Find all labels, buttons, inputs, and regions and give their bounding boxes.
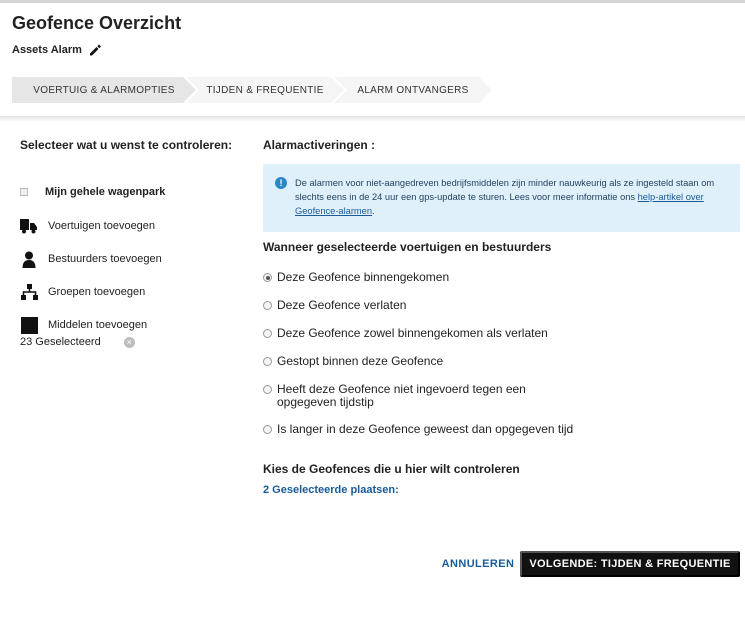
square-icon	[20, 316, 38, 334]
monitor-selection-title: Selecteer wat u wenst te controleren:	[20, 138, 233, 152]
alarm-name-label: Assets Alarm	[12, 44, 82, 56]
page-title: Geofence Overzicht	[12, 13, 182, 33]
add-drivers-option[interactable]: Bestuurders toevoegen	[20, 250, 162, 268]
clear-selection-icon[interactable]: ×	[123, 336, 135, 348]
alarm-activations-title: Alarmactiveringen :	[263, 138, 376, 152]
selected-places-link[interactable]: 2 Geselecteerde plaatsen:	[263, 484, 399, 496]
radio-button[interactable]	[263, 425, 272, 434]
step-alarm-recipients[interactable]: ALARM ONTVANGERS	[334, 77, 492, 103]
step-label: VOERTUIG & ALARMOPTIES	[33, 84, 175, 96]
trigger-option-label: Deze Geofence zowel binnengekomen als ve…	[277, 326, 548, 340]
trigger-option-entered-or-exited[interactable]: Deze Geofence zowel binnengekomen als ve…	[263, 327, 548, 340]
truck-icon	[20, 217, 38, 235]
add-assets-label: Middelen toevoegen	[48, 319, 148, 331]
info-banner: ! De alarmen voor niet-aangedreven bedri…	[263, 164, 740, 232]
edit-pencil-icon[interactable]	[88, 43, 102, 57]
selected-count: 23 Geselecteerd ×	[20, 336, 135, 348]
radio-button[interactable]	[263, 273, 272, 282]
alarm-name: Assets Alarm	[12, 43, 102, 57]
radio-button[interactable]	[263, 301, 272, 310]
add-drivers-label: Bestuurders toevoegen	[48, 253, 162, 265]
wizard-steps: VOERTUIG & ALARMOPTIES TIJDEN & FREQUENT…	[12, 77, 492, 103]
person-icon	[20, 250, 38, 268]
monitor-selection-panel: Selecteer wat u wenst te controleren: Mi…	[20, 138, 240, 348]
radio-button[interactable]	[263, 357, 272, 366]
trigger-option-label: Gestopt binnen deze Geofence	[277, 354, 444, 368]
radio-button[interactable]	[263, 385, 272, 394]
trigger-option-label: Deze Geofence binnengekomen	[277, 270, 450, 284]
whole-fleet-option[interactable]: Mijn gehele wagenpark	[20, 186, 165, 198]
info-icon: !	[275, 177, 287, 189]
selected-count-label: 23 Geselecteerd	[20, 336, 101, 348]
trigger-option-label: Is langer in deze Geofence geweest dan o…	[277, 422, 574, 436]
step-label: ALARM ONTVANGERS	[357, 84, 469, 96]
trigger-option-label: Heeft deze Geofence niet ingevoerd tegen…	[277, 382, 526, 409]
whole-fleet-label: Mijn gehele wagenpark	[45, 186, 166, 198]
next-times-frequency-button[interactable]: VOLGENDE: TIJDEN & FREQUENTIE	[520, 551, 740, 577]
step-vehicle-alarm-options[interactable]: VOERTUIG & ALARMOPTIES	[12, 77, 196, 103]
trigger-option-stopped[interactable]: Gestopt binnen deze Geofence	[263, 355, 443, 368]
when-selected-title: Wanneer geselecteerde voertuigen en best…	[263, 240, 552, 254]
cancel-button[interactable]: ANNULEREN	[438, 551, 518, 577]
trigger-option-label: Deze Geofence verlaten	[277, 298, 407, 312]
alarm-activations-panel: Alarmactiveringen : ! De alarmen voor ni…	[263, 138, 741, 496]
trigger-option-exited[interactable]: Deze Geofence verlaten	[263, 299, 406, 312]
add-vehicles-option[interactable]: Voertuigen toevoegen	[20, 217, 155, 235]
whole-fleet-checkbox[interactable]	[20, 188, 28, 196]
radio-button[interactable]	[263, 329, 272, 338]
hierarchy-icon	[20, 283, 38, 301]
add-groups-label: Groepen toevoegen	[48, 286, 146, 298]
trigger-option-entered[interactable]: Deze Geofence binnengekomen	[263, 271, 449, 284]
add-groups-option[interactable]: Groepen toevoegen	[20, 283, 145, 301]
step-label: TIJDEN & FREQUENTIE	[206, 84, 324, 96]
add-vehicles-label: Voertuigen toevoegen	[48, 220, 156, 232]
add-assets-option[interactable]: Middelen toevoegen	[20, 316, 147, 334]
page-header: Geofence Overzicht Assets Alarm VOERTUIG…	[0, 3, 745, 118]
step-times-frequency[interactable]: TIJDEN & FREQUENTIE	[186, 77, 344, 103]
trigger-option-longer-than[interactable]: Is langer in deze Geofence geweest dan o…	[263, 423, 573, 436]
choose-geofences-title: Kies de Geofences die u hier wilt contro…	[263, 462, 520, 476]
info-end: .	[372, 206, 375, 216]
header-divider	[0, 116, 745, 122]
trigger-option-not-entered-by-time[interactable]: Heeft deze Geofence niet ingevoerd tegen…	[263, 383, 553, 409]
